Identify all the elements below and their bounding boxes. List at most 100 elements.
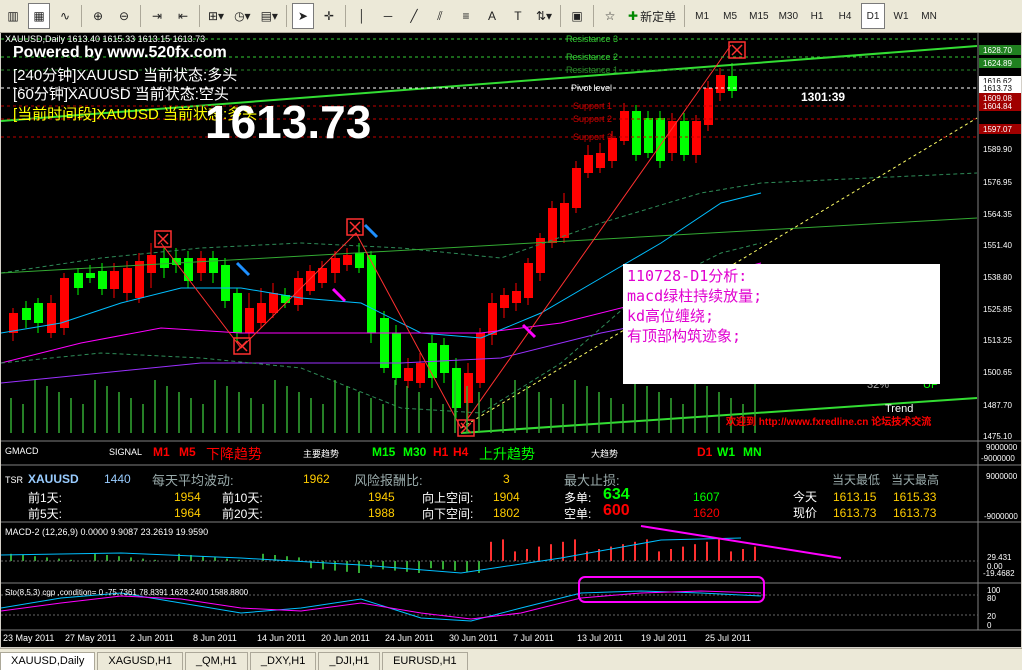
- candle-body: [184, 258, 193, 281]
- tf-mn[interactable]: MN: [917, 3, 941, 29]
- candle-body: [596, 153, 605, 168]
- gmacd-h4: H4: [453, 445, 469, 459]
- note-line-4: 有顶部构筑迹象;: [627, 327, 742, 345]
- candle-body: [197, 258, 206, 273]
- candle-body: [440, 345, 449, 373]
- candle-body: [488, 303, 497, 335]
- tsr-today-low-label: 当天最低: [832, 473, 881, 487]
- vertical-line-icon[interactable]: │: [351, 3, 373, 29]
- sto-label: Sto(8,5,3) cgp ,condition= 0 -75.7361 78…: [5, 588, 249, 597]
- tf-m30[interactable]: M30: [776, 3, 801, 29]
- tab-dxy-h1[interactable]: _DXY,H1: [249, 652, 317, 670]
- periods-icon[interactable]: ◷▾: [231, 3, 254, 29]
- candle-body: [160, 258, 169, 268]
- chart-shift-icon[interactable]: ⇤: [172, 3, 194, 29]
- tf-w1[interactable]: W1: [889, 3, 913, 29]
- date-4: 8 Jun 2011: [193, 633, 237, 643]
- trendline-icon[interactable]: ╱: [403, 3, 425, 29]
- promo-text: 欢迎到 http://www.fxredline.cn 论坛技术交流: [726, 417, 932, 428]
- new-order-button[interactable]: ✚ 新定单: [625, 3, 679, 29]
- arrows-icon[interactable]: ⇅▾: [533, 3, 555, 29]
- status-240: [240分钟]XAUUSD 当前状态:多头: [13, 67, 238, 84]
- gmacd-down-trend: 下降趋势: [206, 446, 262, 462]
- favorites-icon[interactable]: ☆: [599, 3, 621, 29]
- candle-body: [47, 303, 56, 333]
- tab-xauusd-daily[interactable]: XAUUSD,Daily: [0, 652, 96, 670]
- candle-body: [245, 308, 254, 333]
- date-9: 7 Jul 2011: [513, 633, 554, 643]
- toolbar-separator: [285, 5, 287, 27]
- chart-line-icon[interactable]: ∿: [54, 3, 76, 29]
- tsr-value: 1440: [104, 472, 131, 486]
- candle-body: [22, 308, 31, 320]
- tab-xagusd-h1[interactable]: XAGUSD,H1: [97, 652, 183, 670]
- navigator-icon[interactable]: ▣: [566, 3, 588, 29]
- zoom-in-icon[interactable]: ⊕: [87, 3, 109, 29]
- arrow-down: [235, 261, 251, 277]
- date-1: 23 May 2011: [3, 633, 55, 643]
- horizontal-line-icon[interactable]: ─: [377, 3, 399, 29]
- candle-body: [269, 293, 278, 313]
- crosshair-icon[interactable]: ✛: [318, 3, 340, 29]
- templates-icon[interactable]: ▤▾: [258, 3, 281, 29]
- tf-h4[interactable]: H4: [833, 3, 857, 29]
- candle-body: [560, 203, 569, 238]
- candle-body: [209, 258, 218, 273]
- candle-body: [476, 333, 485, 383]
- zoom-out-icon[interactable]: ⊖: [113, 3, 135, 29]
- tsr-prev5: 1964: [174, 506, 201, 520]
- candle-body: [728, 76, 737, 91]
- macd-axis-top: 29.431: [987, 553, 1012, 562]
- tsr-now-label: 现价: [793, 506, 818, 520]
- tsr-prev1: 1954: [174, 490, 201, 504]
- level-pivot: Pivot level: [571, 83, 613, 93]
- price-axis-label: 1604.84: [983, 102, 1012, 111]
- sto-axis-20: 20: [987, 612, 996, 621]
- label-icon[interactable]: T: [507, 3, 529, 29]
- text-icon[interactable]: A: [481, 3, 503, 29]
- tab-qm-h1[interactable]: _QM,H1: [184, 652, 248, 670]
- tsr-now-high: 1613.73: [893, 506, 937, 520]
- tf-m15[interactable]: M15: [746, 3, 771, 29]
- tsr-long-label: 多单:: [564, 491, 592, 505]
- tsr-down-space: 1802: [493, 506, 520, 520]
- tsr-short: 600: [603, 502, 630, 519]
- tab-eurusd-h1[interactable]: EURUSD,H1: [382, 652, 468, 670]
- tf-m1[interactable]: M1: [690, 3, 714, 29]
- sto-axis-bottom: 0: [987, 621, 992, 630]
- tsr-down-space-label: 向下空间:: [422, 507, 474, 521]
- tf-d1[interactable]: D1: [861, 3, 886, 29]
- tab-dji-h1[interactable]: _DJI,H1: [318, 652, 381, 670]
- price-axis-label: 1500.65: [983, 368, 1012, 377]
- chart-bar-icon[interactable]: ▥: [2, 3, 24, 29]
- fibonacci-icon[interactable]: ≡: [455, 3, 477, 29]
- candle-body: [257, 303, 266, 323]
- chart-window[interactable]: 1628.70 1624.89 1616.62 1613.73 1609.08 1604.…: [1, 33, 1021, 647]
- gmacd-h1: H1: [433, 445, 449, 459]
- candle-body: [452, 368, 461, 408]
- indicators-icon[interactable]: ⊞▾: [205, 3, 227, 29]
- candle-body: [548, 208, 557, 243]
- gmacd-m5: M5: [179, 445, 196, 459]
- candle-body: [98, 271, 107, 289]
- price-axis-label: 1624.89: [983, 59, 1012, 68]
- new-order-label: 新定单: [640, 9, 677, 24]
- gmacd-axis-top: 9000000: [986, 443, 1018, 452]
- tf-h1[interactable]: H1: [805, 3, 829, 29]
- autoscroll-icon[interactable]: ⇥: [146, 3, 168, 29]
- tf-m5[interactable]: M5: [718, 3, 742, 29]
- tsr-up-space-label: 向上空间:: [422, 491, 474, 505]
- cursor-icon[interactable]: ➤: [291, 3, 314, 29]
- chart-candle-icon[interactable]: ▦: [28, 3, 50, 29]
- level-s2: Support 2: [573, 114, 613, 124]
- tsr-title: TSR: [5, 475, 23, 485]
- level-r3: Resistance 3: [566, 34, 619, 44]
- tsr-today-label: 今天: [793, 490, 818, 504]
- date-5: 14 Jun 2011: [257, 633, 306, 643]
- chart-tabs: XAUUSD,Daily XAGUSD,H1 _QM,H1 _DXY,H1 _D…: [0, 648, 1022, 670]
- gmacd-d1: D1: [697, 445, 713, 459]
- candle-body: [294, 278, 303, 305]
- channel-icon[interactable]: ⫽: [429, 3, 451, 29]
- price-axis-label: 1475.10: [983, 432, 1012, 441]
- toolbar-separator: [344, 5, 346, 27]
